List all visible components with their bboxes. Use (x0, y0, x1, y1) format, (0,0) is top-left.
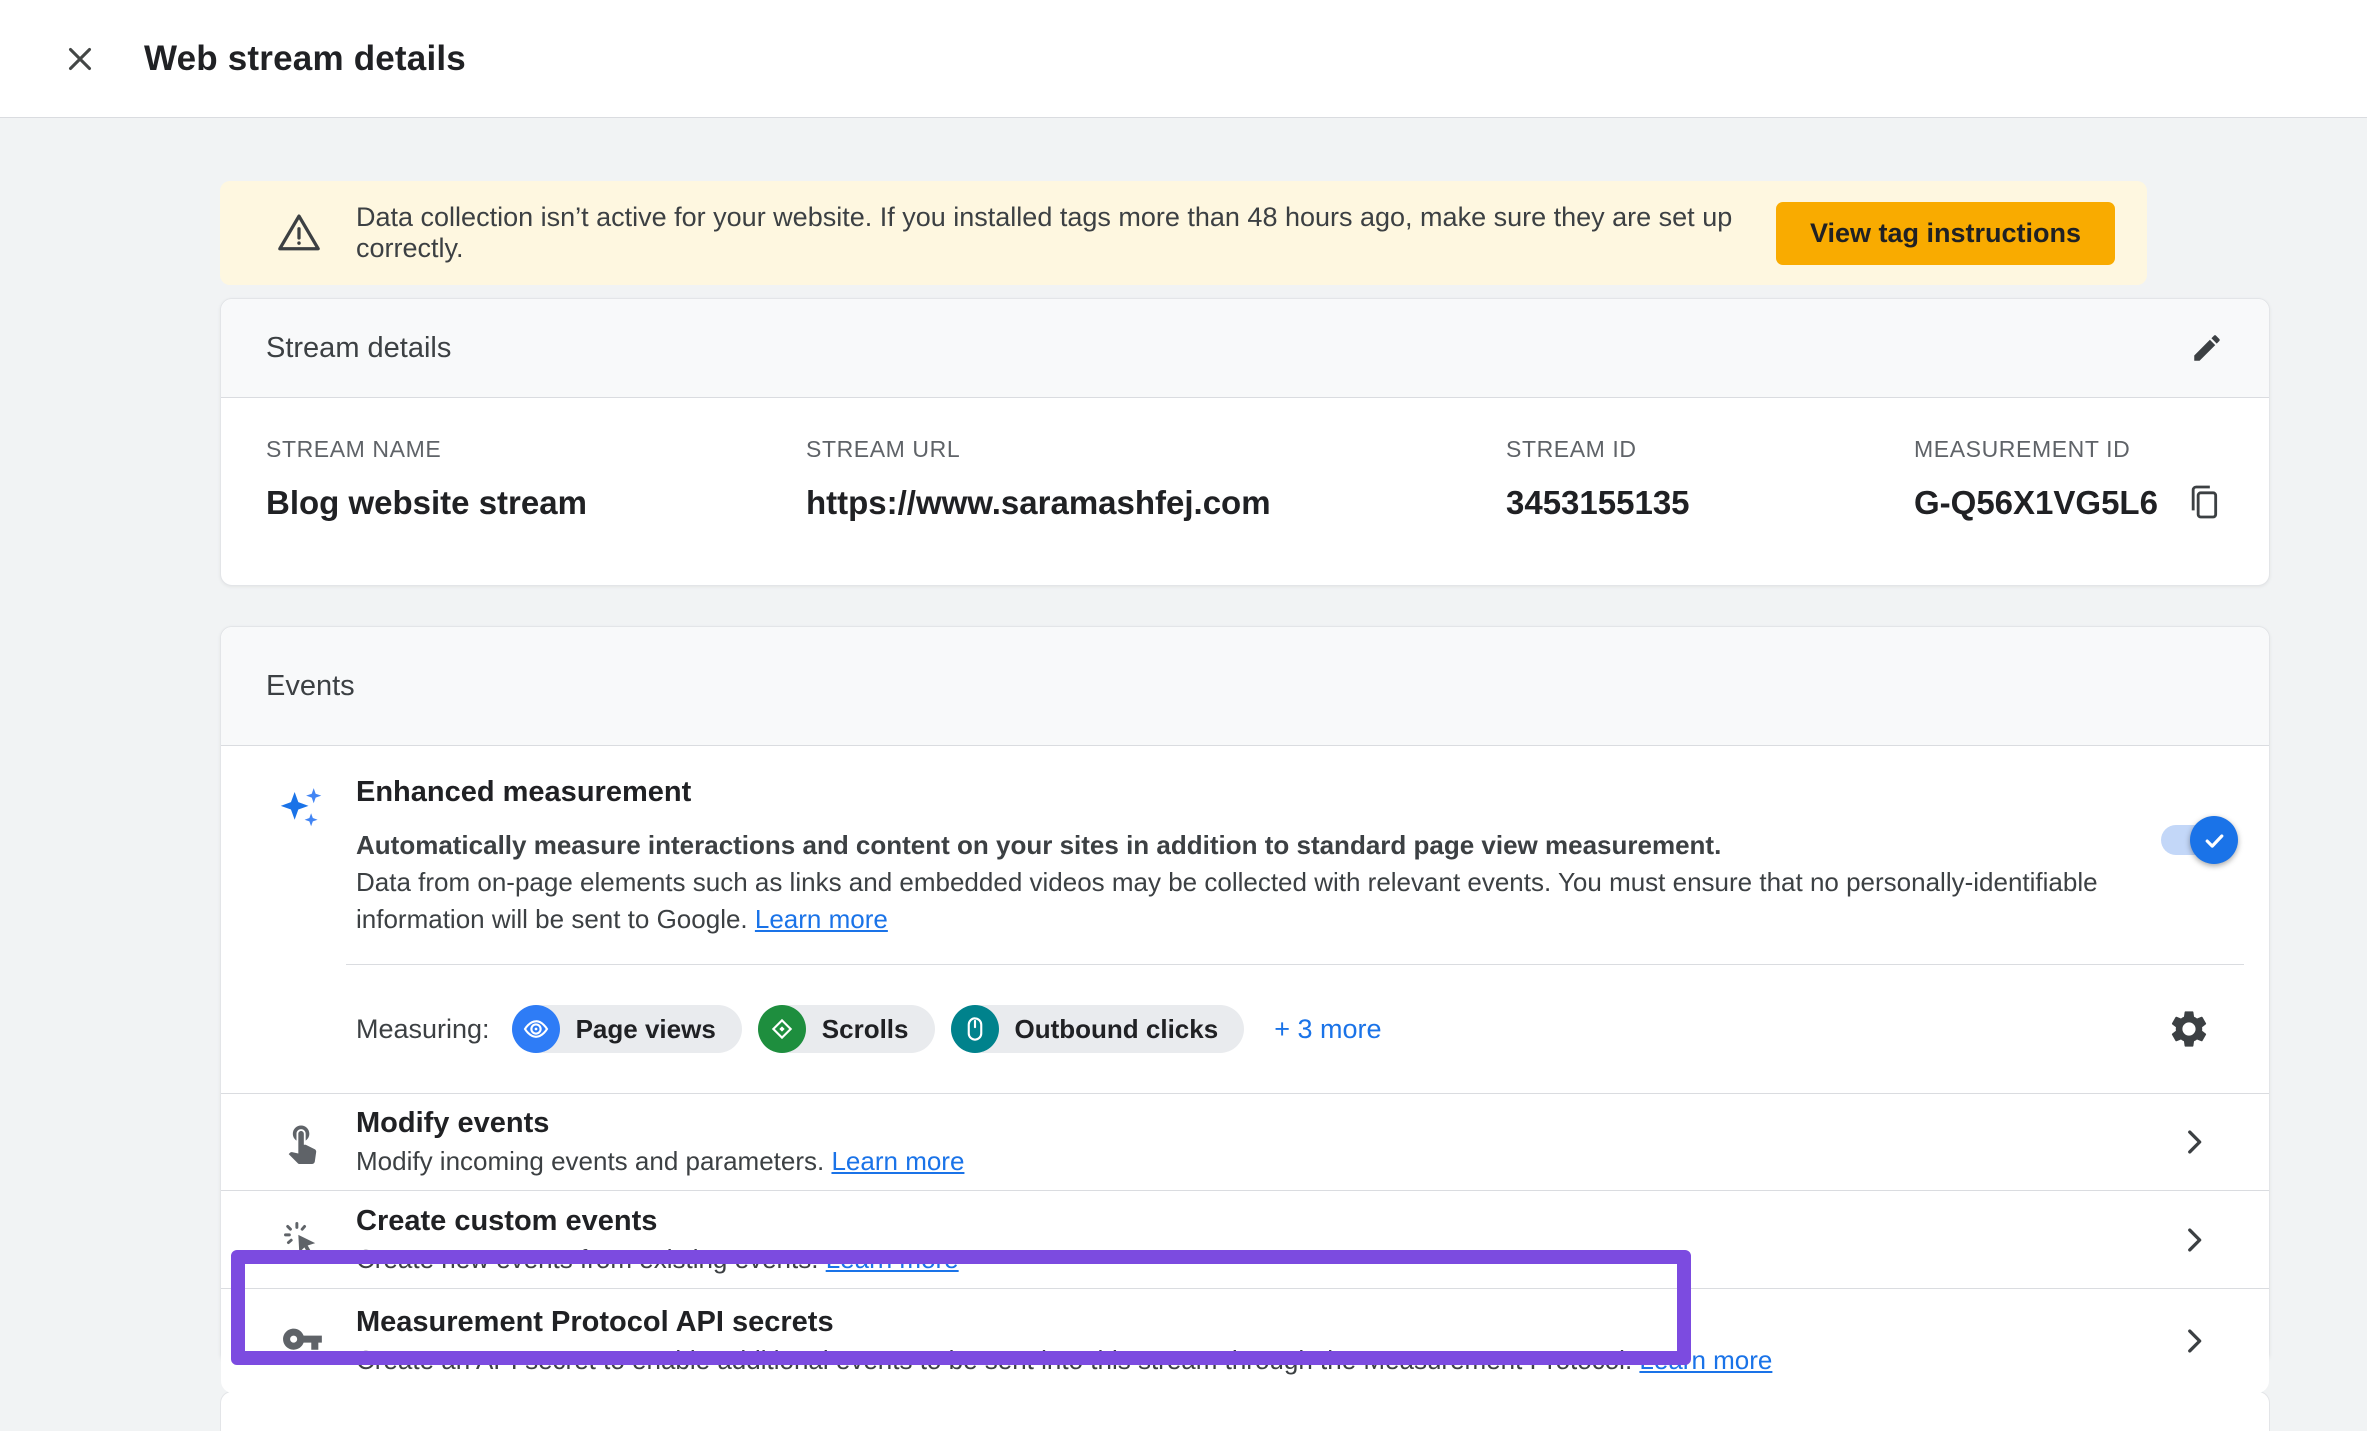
sparkle-icon (276, 782, 328, 938)
pencil-icon (2190, 331, 2224, 365)
enhanced-measurement-section: Enhanced measurement Automatically measu… (221, 746, 2269, 938)
chevron-right-icon (2177, 1223, 2211, 1257)
enhanced-measurement-description-body: Data from on-page elements such as links… (356, 864, 2146, 938)
enhanced-measurement-content: Enhanced measurement Automatically measu… (356, 776, 2146, 938)
chip-scrolls-label: Scrolls (822, 1014, 909, 1045)
top-bar: Web stream details (0, 0, 2367, 118)
stream-name-label: STREAM NAME (266, 436, 806, 463)
chip-outbound-clicks-label: Outbound clicks (1015, 1014, 1219, 1045)
cursor-click-icon (276, 1218, 328, 1262)
create-custom-events-description-text: Create new events from existing events. (356, 1244, 818, 1274)
scroll-icon (758, 1005, 806, 1053)
enhanced-measurement-description-text: Data from on-page elements such as links… (356, 867, 2098, 934)
copy-measurement-id-button[interactable] (2184, 482, 2224, 522)
chevron-right-icon (2177, 1125, 2211, 1159)
measuring-chips: Page views Scrolls (512, 1005, 1245, 1053)
modify-events-description-text: Modify incoming events and parameters. (356, 1146, 824, 1176)
toggle-thumb (2190, 816, 2238, 864)
check-icon (2201, 827, 2228, 854)
enhanced-measurement-settings-button[interactable] (2167, 1007, 2211, 1051)
measurement-id-value: G-Q56X1VG5L6 (1914, 484, 2158, 522)
modify-events-description: Modify incoming events and parameters. L… (356, 1146, 964, 1177)
enhanced-measurement-toggle[interactable] (2161, 825, 2234, 855)
stream-details-header: Stream details (221, 299, 2269, 398)
next-card-partial (220, 1391, 2270, 1431)
measuring-label: Measuring: (356, 1014, 490, 1045)
create-custom-events-description: Create new events from existing events. … (356, 1244, 959, 1275)
more-events-link[interactable]: + 3 more (1274, 1014, 1381, 1045)
measurement-protocol-description: Create an API secret to enable additiona… (356, 1345, 1772, 1376)
modify-events-row[interactable]: Modify events Modify incoming events and… (221, 1094, 2269, 1190)
chip-outbound-clicks: Outbound clicks (951, 1005, 1245, 1053)
modify-events-text: Modify events Modify incoming events and… (356, 1107, 964, 1177)
web-stream-details-page: Web stream details Data collection isn’t… (0, 0, 2367, 1400)
stream-id-field: STREAM ID 3453155135 (1506, 436, 1914, 585)
modify-events-learn-more-link[interactable]: Learn more (831, 1146, 964, 1176)
stream-url-value: https://www.saramashfej.com (806, 484, 1506, 522)
enhanced-measurement-description: Automatically measure interactions and c… (356, 827, 2146, 938)
content-column: Data collection isn’t active for your we… (220, 181, 2270, 1431)
chip-page-views: Page views (512, 1005, 742, 1053)
chevron-right-icon (2177, 1324, 2211, 1358)
eye-icon (512, 1005, 560, 1053)
page-title: Web stream details (144, 39, 466, 79)
stream-details-body: STREAM NAME Blog website stream STREAM U… (221, 398, 2269, 585)
stream-id-label: STREAM ID (1506, 436, 1914, 463)
enhanced-measurement-description-bold: Automatically measure interactions and c… (356, 827, 2146, 864)
enhanced-measurement-learn-more-link[interactable]: Learn more (755, 904, 888, 934)
stream-url-label: STREAM URL (806, 436, 1506, 463)
edit-stream-button[interactable] (2190, 331, 2224, 365)
events-header: Events (221, 627, 2269, 746)
measurement-id-field: MEASUREMENT ID G-Q56X1VG5L6 (1914, 436, 2224, 585)
modify-events-title: Modify events (356, 1107, 964, 1140)
copy-icon (2184, 482, 2224, 522)
measurement-protocol-description-text: Create an API secret to enable additiona… (356, 1345, 1632, 1375)
touch-icon (276, 1120, 328, 1164)
stream-url-field: STREAM URL https://www.saramashfej.com (806, 436, 1506, 585)
stream-id-value: 3453155135 (1506, 484, 1914, 522)
view-tag-instructions-button[interactable]: View tag instructions (1776, 202, 2115, 265)
gear-icon (2167, 1007, 2211, 1051)
stream-name-field: STREAM NAME Blog website stream (266, 436, 806, 585)
mouse-icon (951, 1005, 999, 1053)
close-icon (61, 40, 99, 78)
create-custom-events-title: Create custom events (356, 1205, 959, 1238)
events-title: Events (266, 670, 355, 703)
data-collection-warning-banner: Data collection isn’t active for your we… (220, 181, 2147, 285)
chip-page-views-label: Page views (576, 1014, 716, 1045)
measuring-row: Measuring: Page views (221, 965, 2269, 1093)
measurement-protocol-learn-more-link[interactable]: Learn more (1639, 1345, 1772, 1375)
create-custom-events-text: Create custom events Create new events f… (356, 1205, 959, 1275)
stream-details-title: Stream details (266, 332, 451, 365)
events-card: Events Enhanced measurement Automaticall… (220, 626, 2270, 1364)
key-icon (276, 1318, 328, 1364)
close-button[interactable] (58, 37, 102, 81)
stream-name-value: Blog website stream (266, 484, 806, 522)
chip-scrolls: Scrolls (758, 1005, 935, 1053)
enhanced-measurement-title: Enhanced measurement (356, 776, 2146, 809)
measurement-id-label: MEASUREMENT ID (1914, 436, 2224, 463)
measurement-protocol-api-secrets-row[interactable]: Measurement Protocol API secrets Create … (221, 1289, 2269, 1393)
stream-details-card: Stream details STREAM NAME Blog website … (220, 298, 2270, 586)
measurement-protocol-text: Measurement Protocol API secrets Create … (356, 1306, 1772, 1376)
create-custom-events-row[interactable]: Create custom events Create new events f… (221, 1191, 2269, 1288)
create-custom-events-learn-more-link[interactable]: Learn more (826, 1244, 959, 1274)
warning-message: Data collection isn’t active for your we… (356, 202, 1776, 264)
warning-icon (276, 210, 322, 256)
measurement-protocol-title: Measurement Protocol API secrets (356, 1306, 1772, 1339)
